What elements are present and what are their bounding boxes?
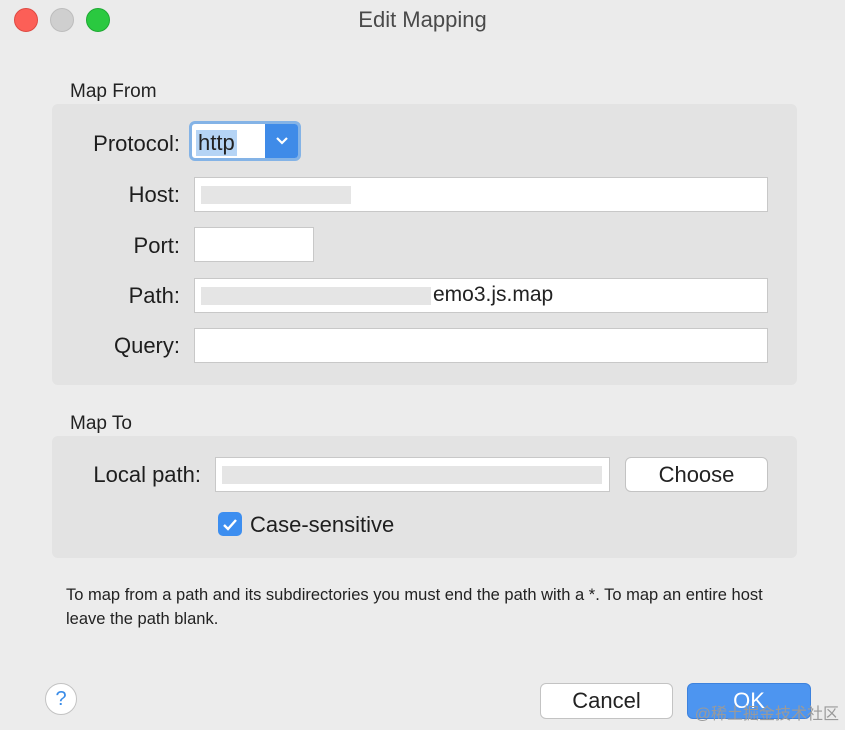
query-label: Query:: [113, 333, 180, 358]
protocol-select[interactable]: http: [189, 121, 301, 161]
chevron-down-icon[interactable]: [265, 124, 298, 158]
case-sensitive-label[interactable]: Case-sensitive: [250, 512, 394, 538]
map-to-label: Map To: [70, 413, 132, 434]
port-field[interactable]: [194, 227, 314, 262]
case-sensitive-checkbox[interactable]: [218, 512, 242, 536]
watermark: @稀土掘金技术社区: [694, 706, 839, 723]
local-path-field[interactable]: [215, 457, 610, 492]
protocol-label: Protocol:: [93, 131, 180, 156]
window-title: Edit Mapping: [358, 7, 487, 32]
path-label: Path:: [128, 283, 180, 308]
choose-button[interactable]: Choose: [625, 457, 768, 492]
map-from-label: Map From: [70, 81, 157, 102]
cancel-button[interactable]: Cancel: [540, 683, 673, 719]
help-note: To map from a path and its subdirectorie…: [66, 586, 763, 628]
help-button[interactable]: ?: [45, 683, 77, 715]
host-field[interactable]: [194, 177, 768, 212]
port-label: Port:: [133, 233, 180, 258]
redacted-path: [201, 287, 431, 305]
path-value: emo3.js.map: [433, 283, 554, 306]
redacted-host: [201, 186, 351, 204]
checkmark-icon: [223, 519, 237, 531]
path-field[interactable]: emo3.js.map: [194, 278, 768, 313]
protocol-value: http: [196, 130, 237, 156]
title-bar: Edit Mapping: [0, 0, 845, 40]
map-to-panel: [52, 436, 797, 558]
local-path-label: Local path:: [93, 462, 201, 487]
host-label: Host:: [128, 182, 180, 207]
question-icon: ?: [55, 688, 67, 710]
redacted-local-path: [222, 466, 602, 484]
query-field[interactable]: [194, 328, 768, 363]
